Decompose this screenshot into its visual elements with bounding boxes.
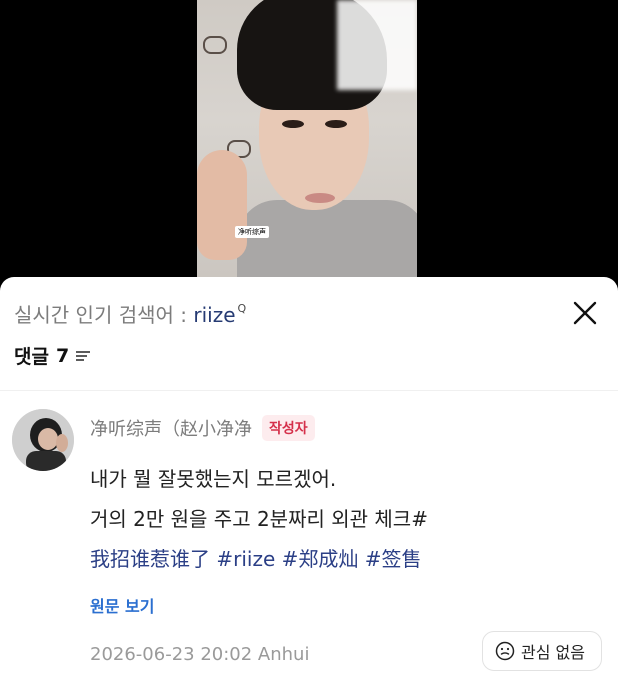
video-frame: 净听综声 <box>197 0 417 300</box>
comment-hashtags[interactable]: 我招谁惹谁了 #riize #郑成灿 #签售 <box>90 543 421 572</box>
search-mark-icon: Q <box>237 302 247 315</box>
video-sticker: 净听综声 <box>235 226 269 238</box>
author-badge: 작성자 <box>262 415 315 441</box>
background-logo <box>203 36 227 54</box>
not-interested-button[interactable]: 관심 없음 <box>482 631 602 671</box>
not-interested-label: 관심 없음 <box>521 643 585 662</box>
comment-text-line: 내가 뭘 잘못했는지 모르겠어. <box>90 467 337 491</box>
person-eye <box>325 120 347 128</box>
author-row: 净听综声（赵小净净 작성자 <box>90 415 315 441</box>
view-original-button[interactable]: 원문 보기 <box>90 593 154 617</box>
trending-search-keyword[interactable]: riize <box>193 303 235 327</box>
avatar-image <box>12 409 74 471</box>
comment-item: 净听综声（赵小净净 작성자 내가 뭘 잘못했는지 모르겠어. 거의 2만 원을 … <box>0 391 618 680</box>
trending-search-label: 실시간 인기 검색어 : <box>14 303 194 327</box>
light-flare <box>337 0 417 90</box>
close-button[interactable] <box>567 295 603 331</box>
comment-text-line: 거의 2만 원을 주고 2분짜리 외관 체크# <box>90 507 428 531</box>
comments-count-row: 댓글 7 <box>14 342 92 369</box>
trending-search-row[interactable]: 실시간 인기 검색어 : riize Q <box>14 299 246 328</box>
person-hand <box>197 150 247 260</box>
neutral-face-icon <box>495 641 515 661</box>
comments-label: 댓글 <box>14 346 49 368</box>
person-eye <box>282 120 304 128</box>
comments-count: 7 <box>55 344 70 367</box>
person-mouth <box>305 193 335 203</box>
close-icon <box>573 301 597 325</box>
author-name[interactable]: 净听综声（赵小净净 <box>90 415 252 441</box>
sheet-header: 실시간 인기 검색어 : riize Q 댓글 7 <box>0 277 618 390</box>
video-player[interactable]: 净听综声 <box>0 0 618 300</box>
sort-icon[interactable] <box>74 348 92 364</box>
comment-timestamp-location: 2026-06-23 20:02 Anhui <box>90 644 310 665</box>
avatar[interactable] <box>12 409 74 471</box>
comments-sheet: 실시간 인기 검색어 : riize Q 댓글 7 净听综声（赵小净净 작성자 … <box>0 277 618 680</box>
